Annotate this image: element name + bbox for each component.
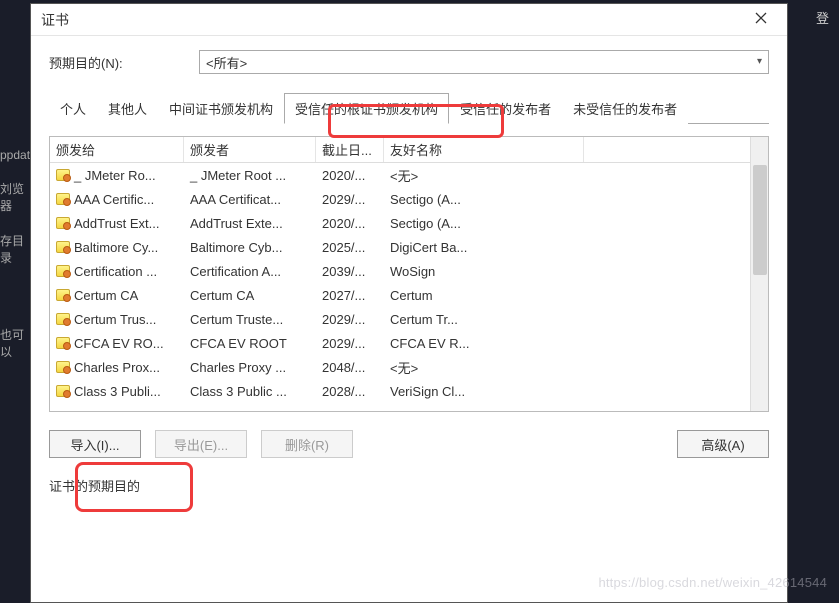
tab-other-people[interactable]: 其他人 [97,93,158,124]
list-header: 颁发给 颁发者 截止日... 友好名称 [50,137,768,163]
table-row[interactable]: Baltimore Cy... Baltimore Cyb...2025/...D… [50,235,768,259]
cell-issued-to: Charles Prox... [74,360,160,375]
tab-trusted-root-ca[interactable]: 受信任的根证书颁发机构 [284,93,449,124]
table-row[interactable]: Charles Prox... Charles Proxy ...2048/...… [50,355,768,379]
certificate-icon [56,313,70,325]
cell-issued-to: Certification ... [74,264,157,279]
certificate-icon [56,337,70,349]
tab-untrusted-publishers[interactable]: 未受信任的发布者 [562,93,688,124]
cell-expiration: 2020/... [316,165,384,186]
cell-friendly-name: WoSign [384,261,584,282]
cell-friendly-name: <无> [384,163,584,188]
col-expiration[interactable]: 截止日... [316,137,384,162]
bg-side-text: ppdat [0,148,30,162]
tab-personal[interactable]: 个人 [49,93,97,124]
certificate-icon [56,385,70,397]
cell-expiration: 2020/... [316,213,384,234]
cell-issued-to: Certum CA [74,288,138,303]
titlebar: 证书 [31,4,787,36]
cell-issued-by: Certification A... [184,261,316,282]
cell-issued-by: _ JMeter Root ... [184,165,316,186]
cell-friendly-name: Certum Tr... [384,309,584,330]
cell-issued-by: Baltimore Cyb... [184,237,316,258]
cell-issued-to: CFCA EV RO... [74,336,164,351]
bg-login-text: 登 [816,8,829,27]
cell-friendly-name: <无> [384,355,584,380]
cell-issued-by: AddTrust Exte... [184,213,316,234]
cell-expiration: 2025/... [316,237,384,258]
cell-friendly-name: Sectigo (A... [384,189,584,210]
cell-issued-to: AAA Certific... [74,192,154,207]
close-button[interactable] [745,12,777,27]
import-button[interactable]: 导入(I)... [49,430,141,458]
table-row[interactable]: Certum CACertum CA2027/...Certum [50,283,768,307]
cell-issued-to: Baltimore Cy... [74,240,158,255]
cell-issued-to: Certum Trus... [74,312,156,327]
cell-issued-by: AAA Certificat... [184,189,316,210]
rows-container: _ JMeter Ro..._ JMeter Root ...2020/...<… [50,163,768,411]
cell-issued-by: Certum CA [184,285,316,306]
cell-expiration: 2029/... [316,333,384,354]
cell-expiration: 2039/... [316,261,384,282]
certificate-icon [56,241,70,253]
col-friendly-name[interactable]: 友好名称 [384,137,584,162]
certificate-icon [56,361,70,373]
certificates-dialog: 证书 预期目的(N): <所有> ▾ 个人 其他人 中间证书颁发机构 受信任的根… [30,3,788,603]
cell-expiration: 2048/... [316,357,384,378]
table-row[interactable]: Certification ... Certification A...2039/… [50,259,768,283]
cell-issued-to: _ JMeter Ro... [74,168,156,183]
cell-expiration: 2029/... [316,189,384,210]
tab-trusted-publishers[interactable]: 受信任的发布者 [449,93,562,124]
cell-issued-to: AddTrust Ext... [74,216,160,231]
scrollbar-thumb[interactable] [753,165,767,275]
table-row[interactable]: AddTrust Ext... AddTrust Exte...2020/...S… [50,211,768,235]
cell-friendly-name: CFCA EV R... [384,333,584,354]
tab-intermediate-ca[interactable]: 中间证书颁发机构 [158,93,284,124]
chevron-down-icon: ▾ [757,56,762,67]
cell-expiration: 2028/... [316,381,384,402]
cell-friendly-name: DigiCert Ba... [384,237,584,258]
certificate-list: 颁发给 颁发者 截止日... 友好名称 _ JMeter Ro..._ JMet… [49,136,769,412]
table-row[interactable]: Certum Trus... Certum Truste...2029/...Ce… [50,307,768,331]
table-row[interactable]: _ JMeter Ro... _ JMeter Root ...2020/...<… [50,163,768,187]
scrollbar-track[interactable] [750,137,768,411]
cell-expiration: 2029/... [316,309,384,330]
col-issued-to[interactable]: 颁发给 [50,137,184,162]
bg-side-text: 也可以 [0,326,30,360]
cell-friendly-name: Certum [384,285,584,306]
col-issued-by[interactable]: 颁发者 [184,137,316,162]
cell-friendly-name: VeriSign Cl... [384,381,584,402]
cell-issued-to: Class 3 Publi... [74,384,161,399]
advanced-button[interactable]: 高级(A) [677,430,769,458]
purpose-label: 预期目的(N): [49,53,199,72]
bg-side-text: 刘览器 [0,180,30,214]
certificate-icon [56,289,70,301]
close-icon [755,12,767,24]
cell-issued-by: Class 3 Public ... [184,381,316,402]
purpose-select[interactable]: <所有> ▾ [199,50,769,74]
bg-sidebar: ppdat 刘览器 存目录 也可以 [0,0,30,600]
export-button[interactable]: 导出(E)... [155,430,247,458]
dialog-title: 证书 [41,10,745,30]
cell-issued-by: Charles Proxy ... [184,357,316,378]
purpose-value: <所有> [206,53,247,72]
certificate-icon [56,265,70,277]
delete-button[interactable]: 删除(R) [261,430,353,458]
table-row[interactable]: Class 3 Publi... Class 3 Public ...2028/.… [50,379,768,403]
cell-issued-by: Certum Truste... [184,309,316,330]
certificate-icon [56,193,70,205]
certificate-icon [56,169,70,181]
cell-expiration: 2027/... [316,285,384,306]
purpose-section-label: 证书的预期目的 [49,476,769,495]
table-row[interactable]: AAA Certific... AAA Certificat...2029/...… [50,187,768,211]
tab-bar: 个人 其他人 中间证书颁发机构 受信任的根证书颁发机构 受信任的发布者 未受信任… [49,92,769,124]
table-row[interactable]: CFCA EV RO... CFCA EV ROOT2029/...CFCA EV… [50,331,768,355]
cell-friendly-name: Sectigo (A... [384,213,584,234]
certificate-icon [56,217,70,229]
bg-side-text: 存目录 [0,232,30,266]
cell-issued-by: CFCA EV ROOT [184,333,316,354]
